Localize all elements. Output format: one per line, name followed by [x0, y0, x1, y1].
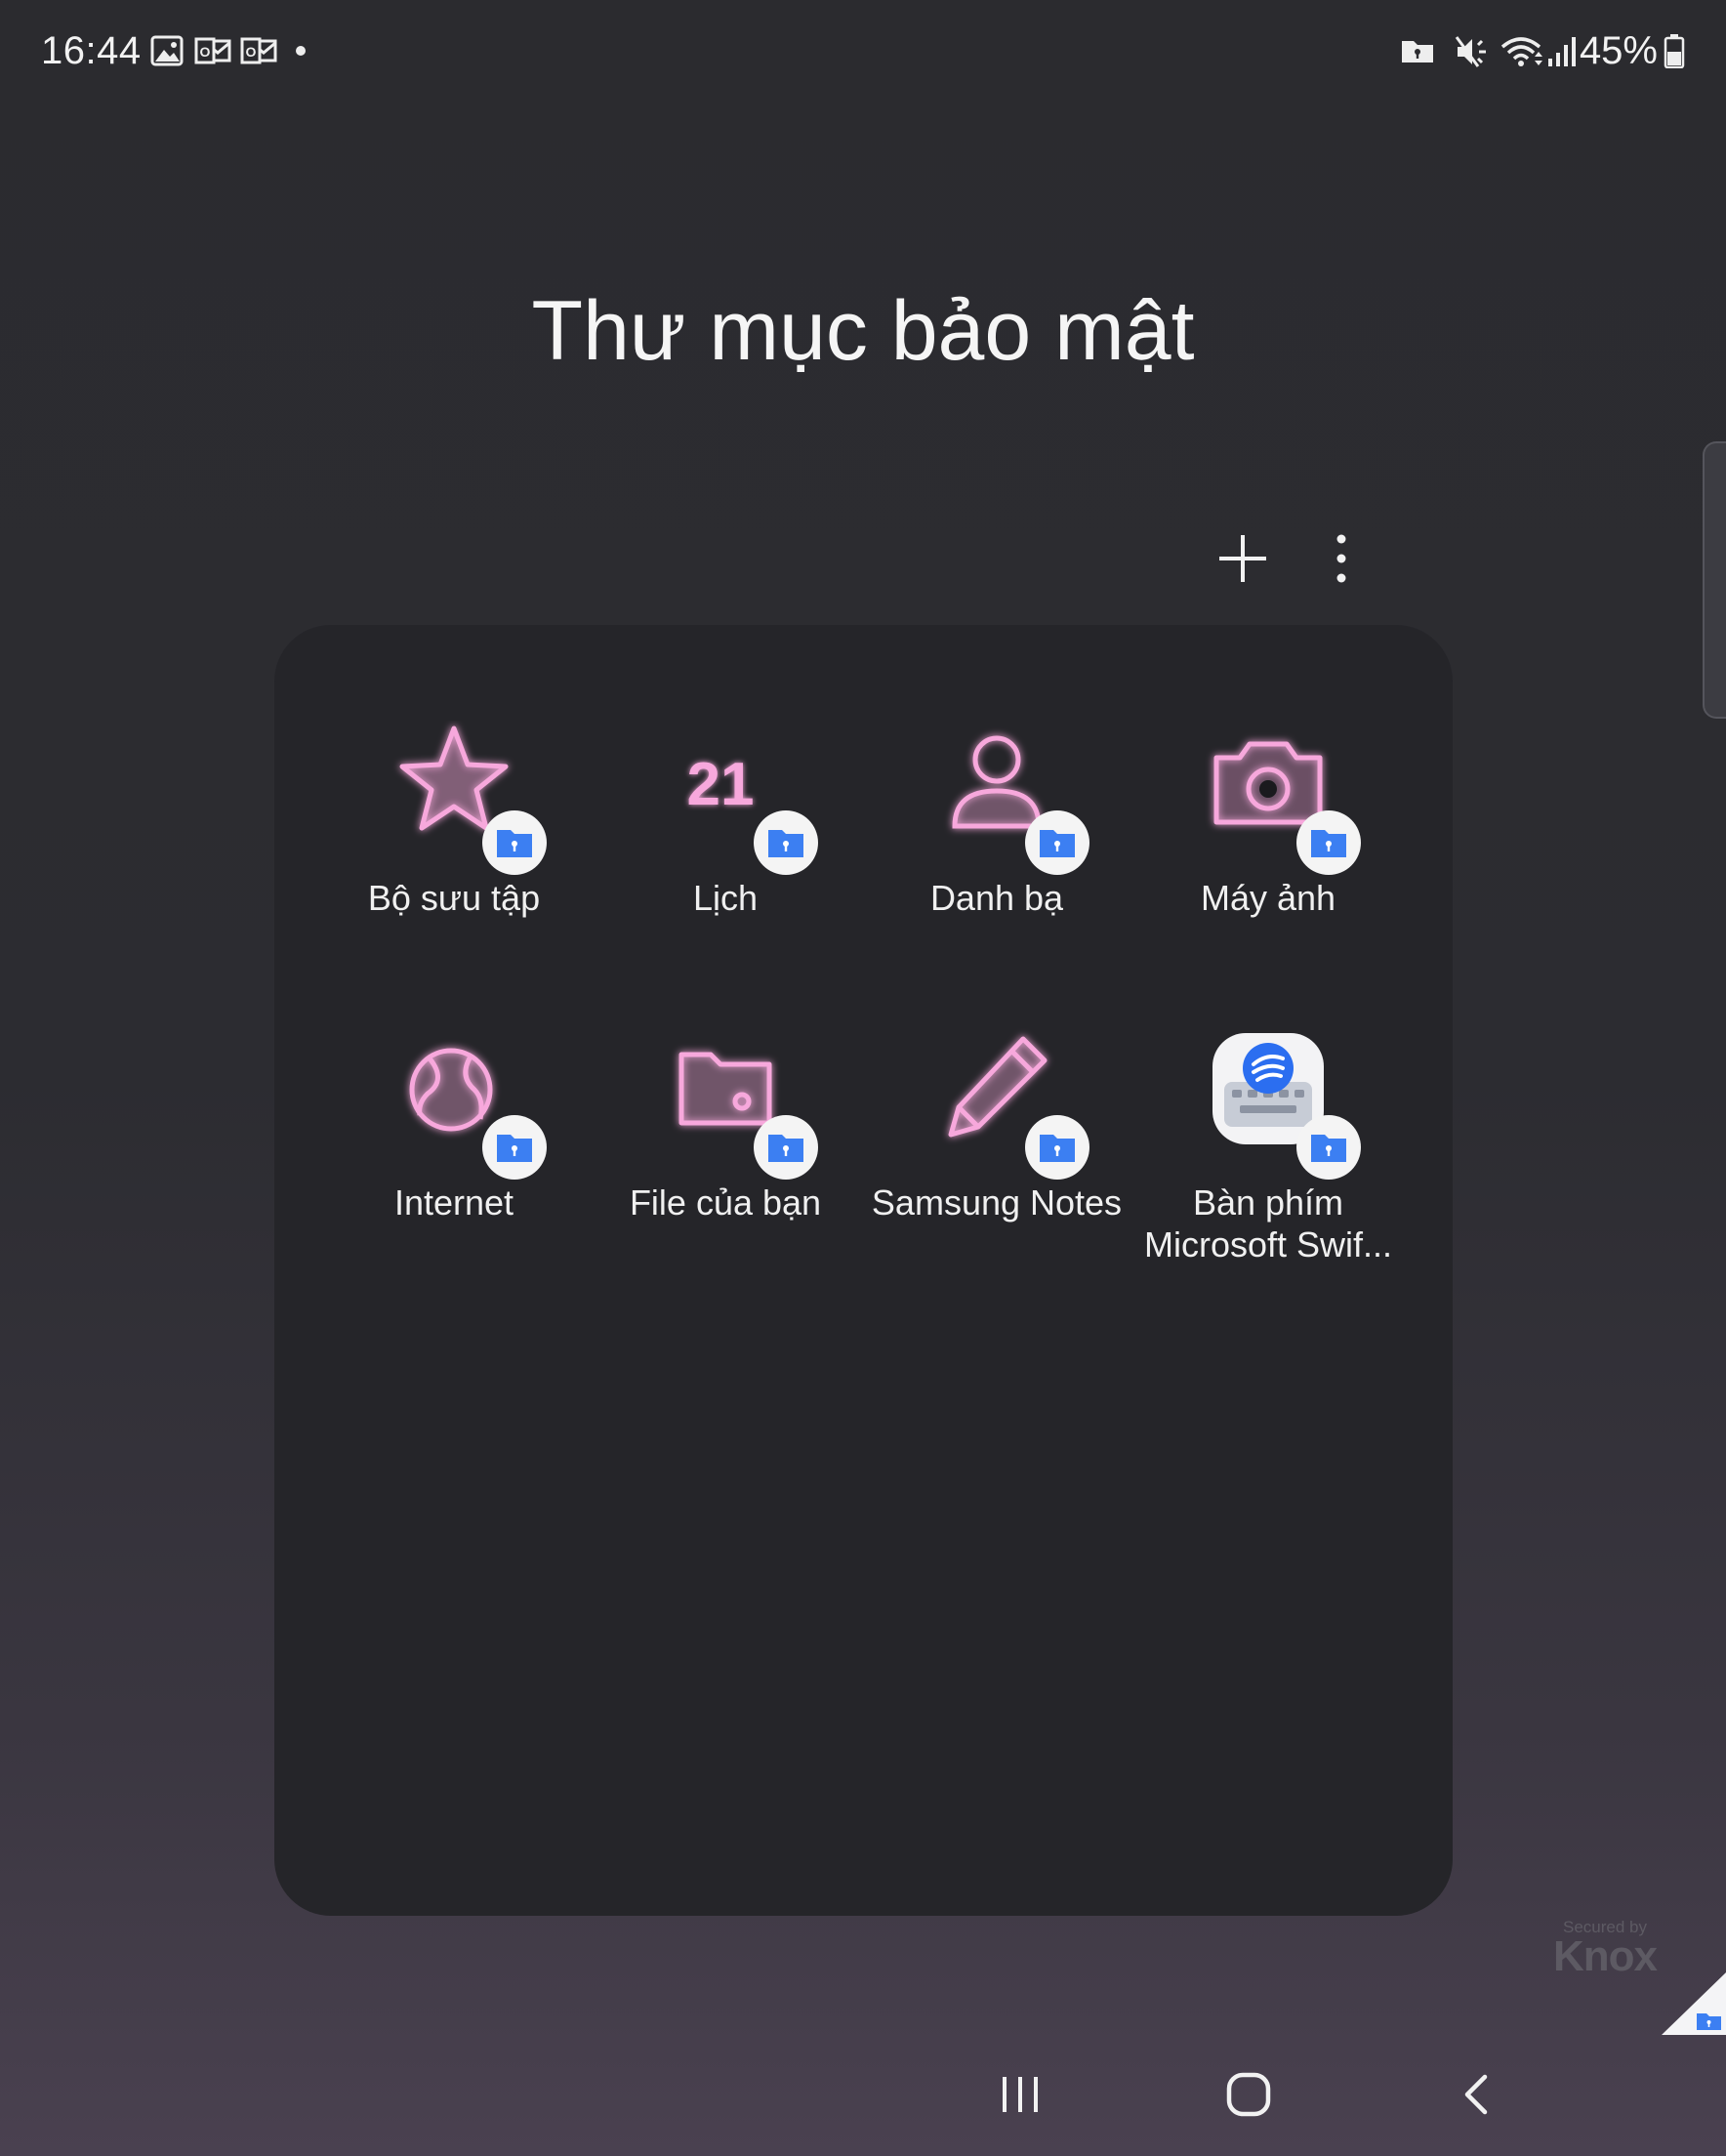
app-icon-container [390, 1025, 547, 1180]
battery-icon [1664, 34, 1685, 68]
lock-folder-icon [1311, 1135, 1346, 1162]
app-icon-container [933, 1025, 1089, 1180]
app-calendar[interactable]: 21 Lịch [589, 721, 862, 919]
app-icon-container [933, 721, 1089, 875]
edge-panel-handle[interactable] [1703, 441, 1726, 719]
signal-icon [1548, 37, 1576, 66]
recent-apps-icon [1003, 2077, 1038, 2112]
secure-folder-badge [1296, 810, 1361, 875]
recent-apps-button[interactable] [976, 2060, 1064, 2129]
lock-folder-icon [768, 1135, 803, 1162]
app-label: Máy ảnh [1200, 878, 1336, 918]
apps-panel: Bộ sưu tập 21 Lịch Danh bạ Máy ảnh Inter… [274, 625, 1453, 1916]
mute-icon [1455, 36, 1486, 67]
lock-folder-icon [768, 830, 803, 857]
lock-folder-icon [497, 830, 532, 857]
battery-percent: 45% [1579, 29, 1658, 72]
app-internet[interactable]: Internet [317, 1025, 591, 1223]
app-label: Danh bạ [929, 878, 1064, 918]
svg-text:O: O [246, 44, 257, 60]
secure-folder-badge [754, 1115, 818, 1180]
app-contacts[interactable]: Danh bạ [860, 721, 1133, 919]
app-swiftkey-keyboard[interactable]: Bàn phím Microsoft Swif... [1122, 1025, 1415, 1265]
secure-folder-status-icon [1402, 41, 1433, 62]
secure-folder-badge [482, 810, 547, 875]
app-label: Bàn phím Microsoft Swif... [1122, 1182, 1415, 1265]
status-bar: 16:44 O O 45% [0, 0, 1726, 107]
plus-icon [1219, 535, 1266, 582]
app-label: Samsung Notes [871, 1182, 1123, 1223]
app-label: Bộ sưu tập [367, 878, 541, 918]
app-icon-container [662, 1025, 818, 1180]
outlook-notification-icon: O [194, 37, 231, 64]
app-my-files[interactable]: File của bạn [589, 1025, 862, 1223]
app-label: File của bạn [629, 1182, 822, 1223]
add-app-button[interactable] [1208, 523, 1278, 594]
more-vertical-icon [1336, 534, 1346, 583]
secure-folder-badge [1296, 1115, 1361, 1180]
home-icon [1226, 2072, 1271, 2117]
page-title: Thư mục bảo mật [531, 284, 1195, 378]
secure-folder-badge [754, 810, 818, 875]
app-icon-container [1205, 721, 1361, 875]
more-options-button[interactable] [1306, 523, 1377, 594]
secure-folder-badge [1025, 810, 1089, 875]
lock-folder-icon [497, 1135, 532, 1162]
knox-logo: Knox [1553, 1932, 1658, 1980]
calendar-date: 21 [687, 751, 755, 818]
secure-folder-badge [482, 1115, 547, 1180]
secure-folder-badge [1025, 1115, 1089, 1180]
app-label: Internet [393, 1182, 514, 1223]
app-gallery[interactable]: Bộ sưu tập [317, 721, 591, 919]
app-label-line1: Bàn phím [1192, 1182, 1344, 1223]
svg-text:O: O [200, 44, 211, 60]
app-camera[interactable]: Máy ảnh [1131, 721, 1405, 919]
secure-folder-corner-icon [1662, 1972, 1726, 2035]
back-button[interactable] [1433, 2060, 1521, 2129]
lock-folder-icon [1040, 830, 1075, 857]
app-label: Lịch [692, 878, 759, 918]
status-time: 16:44 [41, 29, 142, 72]
app-icon-container [1205, 1025, 1361, 1180]
outlook-notification-icon-2: O [240, 37, 277, 64]
app-icon-container: 21 [662, 721, 818, 875]
home-button[interactable] [1205, 2060, 1293, 2129]
wifi-icon [1500, 37, 1542, 66]
lock-folder-icon [1040, 1135, 1075, 1162]
gallery-notification-icon [150, 35, 184, 66]
more-notifications-dot-icon [296, 46, 306, 56]
knox-watermark: Secured by Knox [1550, 1918, 1660, 1980]
app-label-line2: Microsoft Swif... [1143, 1224, 1393, 1265]
back-icon [1464, 2074, 1488, 2115]
lock-folder-icon [1311, 830, 1346, 857]
app-icon-container [390, 721, 547, 875]
app-samsung-notes[interactable]: Samsung Notes [860, 1025, 1133, 1223]
